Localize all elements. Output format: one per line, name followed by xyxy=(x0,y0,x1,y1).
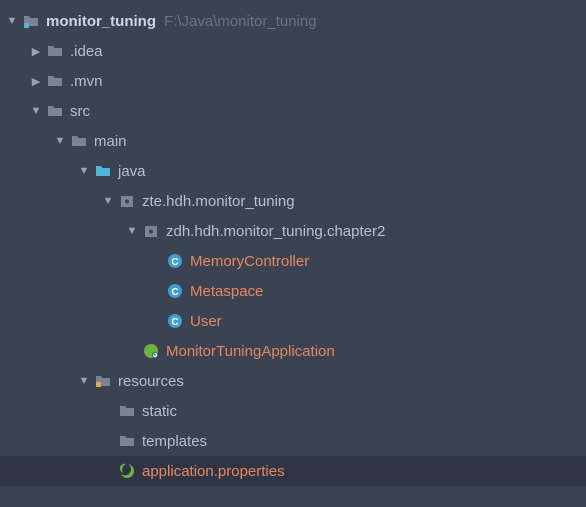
chevron-right-icon: ▶ xyxy=(30,75,42,88)
tree-root[interactable]: ▼ monitor_tuning F:\Java\monitor_tuning xyxy=(0,6,586,36)
class-icon xyxy=(166,252,184,270)
folder-java[interactable]: ▼ java xyxy=(0,156,586,186)
spring-boot-icon xyxy=(142,342,160,360)
source-folder-icon xyxy=(94,162,112,180)
package-icon xyxy=(142,222,160,240)
package-icon xyxy=(118,192,136,210)
folder-label: src xyxy=(70,103,90,120)
chevron-down-icon: ▼ xyxy=(78,165,90,177)
file-application-properties[interactable]: application.properties xyxy=(0,456,586,486)
folder-label: java xyxy=(118,163,146,180)
folder-label: main xyxy=(94,133,127,150)
chevron-down-icon: ▼ xyxy=(126,225,138,237)
package-label: zte.hdh.monitor_tuning xyxy=(142,193,295,210)
folder-idea[interactable]: ▶ .idea xyxy=(0,36,586,66)
class-label: Metaspace xyxy=(190,283,263,300)
folder-main[interactable]: ▼ main xyxy=(0,126,586,156)
spring-config-icon xyxy=(118,462,136,480)
chevron-right-icon: ▶ xyxy=(30,45,42,58)
folder-label: .idea xyxy=(70,43,103,60)
folder-templates[interactable]: templates xyxy=(0,426,586,456)
chevron-down-icon: ▼ xyxy=(30,105,42,117)
class-metaspace[interactable]: Metaspace xyxy=(0,276,586,306)
folder-label: templates xyxy=(142,433,207,450)
folder-icon xyxy=(70,132,88,150)
class-label: MonitorTuningApplication xyxy=(166,343,335,360)
class-user[interactable]: User xyxy=(0,306,586,336)
folder-resources[interactable]: ▼ resources xyxy=(0,366,586,396)
root-path: F:\Java\monitor_tuning xyxy=(164,13,317,30)
folder-icon xyxy=(118,402,136,420)
folder-label: resources xyxy=(118,373,184,390)
folder-icon xyxy=(46,102,64,120)
module-folder-icon xyxy=(22,12,40,30)
folder-icon xyxy=(46,42,64,60)
chevron-down-icon: ▼ xyxy=(54,135,66,147)
package-2[interactable]: ▼ zdh.hdh.monitor_tuning.chapter2 xyxy=(0,216,586,246)
folder-icon xyxy=(46,72,64,90)
folder-static[interactable]: static xyxy=(0,396,586,426)
class-icon xyxy=(166,282,184,300)
resources-folder-icon xyxy=(94,372,112,390)
package-1[interactable]: ▼ zte.hdh.monitor_tuning xyxy=(0,186,586,216)
folder-mvn[interactable]: ▶ .mvn xyxy=(0,66,586,96)
folder-label: static xyxy=(142,403,177,420)
chevron-down-icon: ▼ xyxy=(6,15,18,27)
package-label: zdh.hdh.monitor_tuning.chapter2 xyxy=(166,223,385,240)
chevron-down-icon: ▼ xyxy=(102,195,114,207)
class-memory-controller[interactable]: MemoryController xyxy=(0,246,586,276)
class-icon xyxy=(166,312,184,330)
class-label: User xyxy=(190,313,222,330)
class-label: MemoryController xyxy=(190,253,309,270)
class-application[interactable]: MonitorTuningApplication xyxy=(0,336,586,366)
root-label: monitor_tuning xyxy=(46,13,156,30)
folder-label: .mvn xyxy=(70,73,103,90)
folder-src[interactable]: ▼ src xyxy=(0,96,586,126)
file-label: application.properties xyxy=(142,463,285,480)
folder-icon xyxy=(118,432,136,450)
chevron-down-icon: ▼ xyxy=(78,375,90,387)
